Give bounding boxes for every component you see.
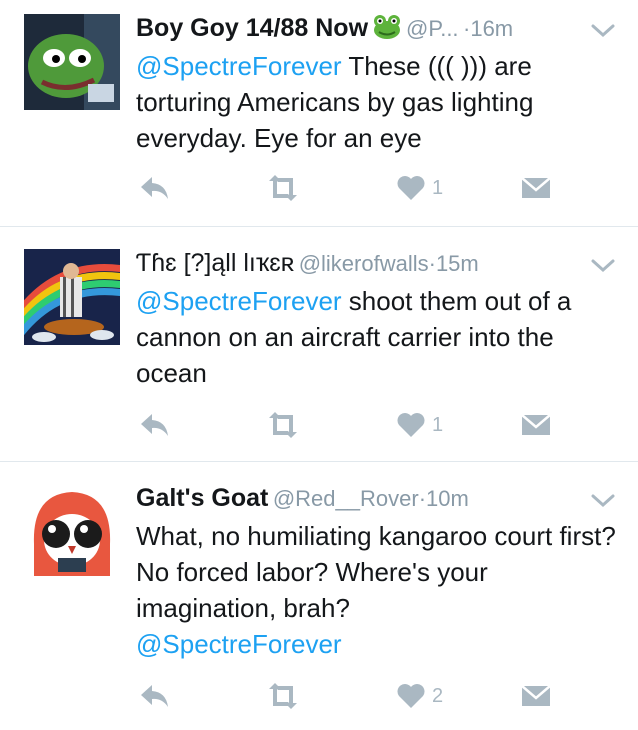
tweet-body: What, no humiliating kangaroo court firs…	[136, 521, 616, 623]
reply-button[interactable]	[138, 170, 170, 206]
user-handle[interactable]: @likerofwalls	[299, 251, 429, 276]
message-button[interactable]	[521, 407, 551, 443]
tweet-header: Boy Goy 14/88 Now @P... ·16m	[136, 10, 598, 46]
tweet-actions: 1	[136, 407, 606, 443]
chevron-down-icon[interactable]	[590, 492, 616, 510]
retweet-icon	[269, 412, 297, 438]
heart-icon	[397, 176, 425, 200]
like-button[interactable]: 1	[396, 407, 443, 443]
heart-icon	[397, 684, 425, 708]
reply-button[interactable]	[138, 678, 170, 714]
tweet: Ƭɦɛ [?]ąƖƖ Ɩıҡɛʀ @likerofwalls·15m @Spec…	[0, 227, 638, 461]
avatar[interactable]	[24, 14, 120, 110]
tweet: Boy Goy 14/88 Now @P... ·16m @SpectreFore…	[0, 0, 638, 226]
chevron-down-icon[interactable]	[590, 257, 616, 275]
frog-emoji-icon	[372, 14, 402, 46]
display-name[interactable]: Boy Goy 14/88 Now	[136, 14, 368, 42]
like-button[interactable]: 1	[396, 170, 443, 206]
envelope-icon	[521, 685, 551, 706]
separator-dot: ·	[418, 486, 427, 511]
like-count: 2	[432, 684, 444, 707]
retweet-button[interactable]	[264, 407, 302, 443]
tweet-actions: 1	[136, 170, 606, 206]
timestamp[interactable]: 15m	[436, 251, 479, 276]
tweet-actions: 2	[136, 678, 606, 714]
display-name[interactable]: Galt's Goat	[136, 484, 268, 512]
retweet-button[interactable]	[264, 170, 302, 206]
like-count: 1	[432, 413, 444, 436]
avatar[interactable]	[24, 484, 120, 580]
reply-icon	[141, 414, 168, 436]
retweet-icon	[269, 175, 297, 201]
avatar[interactable]	[24, 249, 120, 345]
envelope-icon	[521, 414, 551, 435]
envelope-icon	[521, 177, 551, 198]
mention-link[interactable]: @SpectreForever	[136, 51, 342, 81]
reply-icon	[141, 685, 168, 707]
tweet-header: Ƭɦɛ [?]ąƖƖ Ɩıҡɛʀ @likerofwalls·15m	[136, 245, 598, 281]
like-count: 1	[432, 176, 444, 199]
reply-icon	[141, 177, 168, 199]
message-button[interactable]	[521, 170, 551, 206]
reply-button[interactable]	[138, 407, 170, 443]
user-handle[interactable]: @Red__Rover	[273, 486, 419, 511]
tweet: Galt's Goat @Red__Rover·10m What, no hum…	[0, 462, 638, 730]
tweet-text: @SpectreForever shoot them out of a cann…	[136, 283, 616, 391]
heart-icon	[397, 413, 425, 437]
mention-link[interactable]: @SpectreForever	[136, 629, 342, 659]
timestamp[interactable]: 16m	[470, 16, 513, 41]
chevron-down-icon[interactable]	[590, 22, 616, 40]
user-handle[interactable]: @P...	[406, 16, 459, 41]
retweet-icon	[269, 683, 297, 709]
timestamp[interactable]: 10m	[426, 486, 469, 511]
tweet-header: Galt's Goat @Red__Rover·10m	[136, 480, 598, 516]
separator-dot: ·	[428, 251, 436, 276]
display-name[interactable]: Ƭɦɛ [?]ąƖƖ Ɩıҡɛʀ	[136, 249, 294, 277]
mention-link[interactable]: @SpectreForever	[136, 286, 342, 316]
tweet-text: @SpectreForever These ((( ))) are tortur…	[136, 48, 616, 156]
message-button[interactable]	[521, 678, 551, 714]
like-button[interactable]: 2	[396, 678, 443, 714]
tweet-text: What, no humiliating kangaroo court firs…	[136, 518, 616, 662]
retweet-button[interactable]	[264, 678, 302, 714]
